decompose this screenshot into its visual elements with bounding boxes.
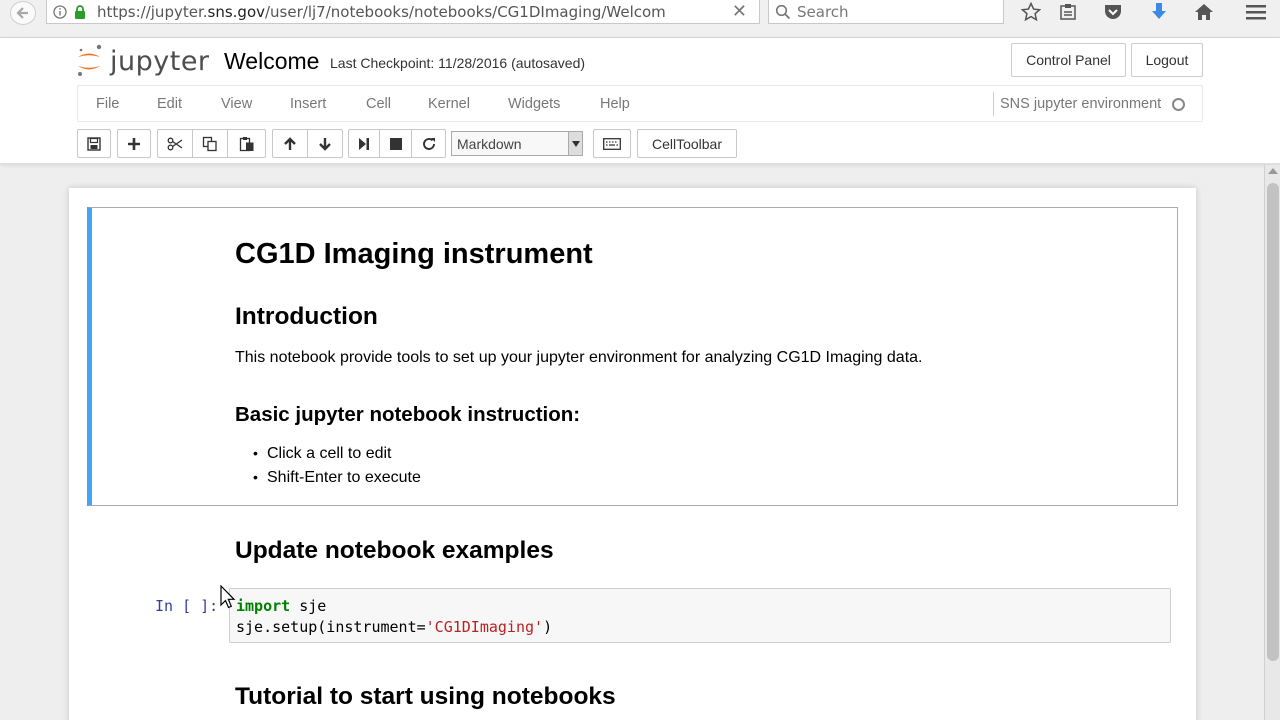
notebook-container: CG1D Imaging instrument Introduction Thi… <box>69 188 1196 720</box>
url-bar[interactable]: https://jupyter.sns.gov/user/lj7/noteboo… <box>46 0 760 24</box>
search-placeholder: Search <box>797 2 849 21</box>
reading-list-icon[interactable] <box>1056 0 1080 24</box>
cell-type-select[interactable]: Markdown <box>451 131 583 156</box>
stop-icon <box>389 137 402 150</box>
jupyter-logo[interactable]: jupyter <box>76 43 210 79</box>
page-scrollbar[interactable] <box>1264 165 1280 720</box>
heading-basic-instruction: Basic jupyter notebook instruction: <box>235 403 581 426</box>
intro-paragraph: This notebook provide tools to set up yo… <box>235 349 923 366</box>
cut-button[interactable] <box>157 129 193 158</box>
search-icon <box>775 4 791 19</box>
command-palette-button[interactable] <box>593 129 631 158</box>
code-keyword: import <box>236 597 291 615</box>
chevron-down-icon <box>568 132 582 155</box>
add-cell-icon <box>128 137 140 150</box>
control-panel-button[interactable]: Control Panel <box>1011 43 1126 77</box>
menu-cell[interactable]: Cell <box>366 96 391 112</box>
menu-widgets[interactable]: Widgets <box>508 96 560 112</box>
code-line-1: import sje <box>236 597 326 615</box>
url-prefix: https://jupyter. <box>97 2 208 21</box>
logout-button[interactable]: Logout <box>1131 43 1203 77</box>
save-icon <box>87 136 101 151</box>
code-line-2-post: ) <box>543 618 553 636</box>
input-prompt: In [ ]: <box>155 597 219 615</box>
code-line-2-pre: sje.setup(instrument= <box>236 618 426 636</box>
lock-icon <box>73 4 87 19</box>
scroll-up-icon[interactable] <box>1268 168 1278 174</box>
clear-icon[interactable]: ✕ <box>732 1 747 22</box>
browser-toolbar: https://jupyter.sns.gov/user/lj7/noteboo… <box>0 0 1280 38</box>
mouse-cursor-icon <box>220 585 236 609</box>
scrollbar-thumb[interactable] <box>1267 183 1279 661</box>
kernel-indicator: SNS jupyter environment <box>993 92 1186 116</box>
pocket-icon[interactable] <box>1101 0 1125 24</box>
menu-icon[interactable] <box>1244 0 1268 24</box>
kernel-name: SNS jupyter environment <box>1000 96 1162 112</box>
jupyter-wordmark: jupyter <box>110 45 210 77</box>
copy-icon <box>202 136 217 151</box>
back-icon[interactable] <box>10 1 36 25</box>
celltoolbar-button[interactable]: CellToolbar <box>637 129 737 158</box>
menu-help[interactable]: Help <box>600 96 630 112</box>
checkpoint-status: Last Checkpoint: 11/28/2016 (autosaved) <box>330 55 586 71</box>
notebook-title[interactable]: Welcome <box>224 48 319 75</box>
add-cell-button[interactable] <box>117 129 151 158</box>
heading-introduction: Introduction <box>235 303 378 330</box>
save-button[interactable] <box>77 129 111 158</box>
bullet-shift-enter: Shift-Enter to execute <box>253 469 421 487</box>
heading-tutorial: Tutorial to start using notebooks <box>235 683 616 710</box>
home-icon[interactable] <box>1192 0 1216 24</box>
code-line-2: sje.setup(instrument='CG1DImaging') <box>236 618 552 636</box>
info-icon[interactable] <box>51 3 69 21</box>
heading-update-notebook: Update notebook examples <box>235 537 554 564</box>
menu-insert[interactable]: Insert <box>290 96 326 112</box>
bookmark-star-icon[interactable] <box>1019 0 1043 24</box>
menu-view[interactable]: View <box>221 96 252 112</box>
menu-kernel[interactable]: Kernel <box>428 96 470 112</box>
copy-button[interactable] <box>192 129 228 158</box>
code-cell-editor[interactable]: import sje sje.setup(instrument='CG1DIma… <box>229 588 1171 643</box>
menu-file[interactable]: File <box>96 96 119 112</box>
stop-button[interactable] <box>379 129 412 158</box>
cut-icon <box>167 137 183 150</box>
run-button[interactable] <box>348 129 380 158</box>
jupyter-logo-icon <box>78 44 102 76</box>
kernel-idle-icon <box>1172 97 1186 111</box>
restart-button[interactable] <box>411 129 446 158</box>
menu-edit[interactable]: Edit <box>157 96 182 112</box>
move-up-icon <box>284 136 296 150</box>
move-down-icon <box>319 137 331 151</box>
menu-bar: File Edit View Insert Cell Kernel Widget… <box>77 85 1203 122</box>
bullet-click-cell: Click a cell to edit <box>253 445 392 463</box>
run-icon <box>359 137 369 150</box>
code-line-1-rest: sje <box>290 597 327 615</box>
paste-button[interactable] <box>227 129 266 158</box>
download-icon[interactable] <box>1147 0 1171 24</box>
restart-icon <box>422 137 435 150</box>
cell-type-value: Markdown <box>457 135 522 152</box>
move-down-button[interactable] <box>307 129 343 158</box>
move-up-button[interactable] <box>272 129 308 158</box>
heading-cg1d-imaging: CG1D Imaging instrument <box>235 238 593 270</box>
search-input[interactable]: Search <box>768 0 1004 24</box>
paste-icon <box>239 136 253 151</box>
keyboard-icon <box>603 137 621 150</box>
code-string: 'CG1DImaging' <box>425 618 544 636</box>
url-path: /user/lj7/notebooks/notebooks/CG1DImagin… <box>265 2 666 21</box>
notebook-header: jupyter Welcome Last Checkpoint: 11/28/2… <box>0 38 1280 164</box>
url-text: https://jupyter.sns.gov/user/lj7/noteboo… <box>97 3 697 21</box>
url-host: sns.gov <box>207 2 265 21</box>
